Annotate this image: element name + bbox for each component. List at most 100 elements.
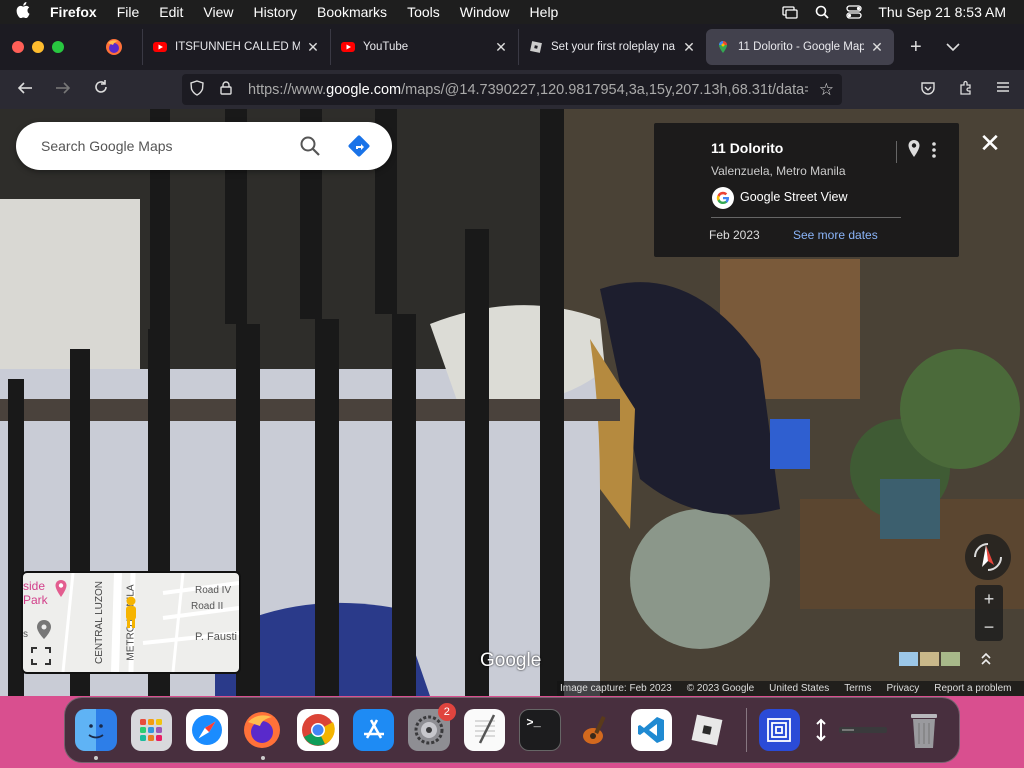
extensions-icon[interactable] — [958, 80, 974, 100]
zoom-in-button[interactable]: + — [975, 585, 1003, 613]
search-input[interactable] — [41, 138, 291, 154]
tab-google-maps[interactable]: 11 Dolorito - Google Map ✕ — [706, 29, 894, 65]
info-divider — [711, 217, 901, 218]
terminal-icon[interactable]: >_ — [519, 709, 562, 751]
place-title: 11 Dolorito — [711, 140, 784, 156]
info-vertical-divider — [896, 141, 897, 163]
location-pin-icon[interactable] — [906, 139, 922, 159]
menu-edit[interactable]: Edit — [159, 4, 183, 20]
list-all-tabs-icon[interactable] — [946, 39, 960, 55]
minimize-window-button[interactable] — [32, 41, 44, 53]
place-region: Valenzuela, Metro Manila — [711, 164, 846, 178]
zoom-out-button[interactable]: − — [975, 613, 1003, 641]
new-tab-button[interactable]: + — [910, 36, 922, 59]
firefox-view-icon[interactable] — [104, 37, 124, 57]
photo-thumbnails[interactable] — [899, 652, 960, 666]
directions-icon[interactable] — [347, 134, 371, 158]
close-tab-icon[interactable]: ✕ — [870, 39, 884, 56]
url-domain: google.com — [326, 81, 402, 98]
textedit-icon[interactable] — [463, 709, 506, 751]
tab-title: 11 Dolorito - Google Map — [738, 41, 864, 53]
capture-date: Feb 2023 — [709, 228, 760, 242]
close-window-button[interactable] — [12, 41, 24, 53]
report-problem-link[interactable]: Report a problem — [934, 683, 1011, 694]
control-center-icon[interactable] — [846, 5, 863, 19]
garageband-icon[interactable] — [575, 709, 617, 751]
youtube-icon — [341, 40, 355, 54]
url-bar[interactable]: https://www.google.com/maps/@14.7390227,… — [182, 74, 842, 105]
hamburger-menu-icon[interactable] — [996, 80, 1010, 100]
close-tab-icon[interactable]: ✕ — [306, 39, 320, 56]
apple-icon[interactable] — [16, 2, 38, 22]
tab-bar: ITSFUNNEH CALLED ME ✕ YouTube ✕ Set your… — [0, 24, 1024, 70]
navigation-bar: https://www.google.com/maps/@14.7390227,… — [0, 70, 1024, 109]
menu-help[interactable]: Help — [530, 4, 559, 20]
minimized-window-icon[interactable] — [836, 709, 889, 751]
tab-youtube[interactable]: YouTube ✕ — [330, 29, 518, 65]
reload-icon[interactable] — [92, 79, 110, 100]
see-more-dates-link[interactable]: See more dates — [793, 228, 878, 242]
pocket-icon[interactable] — [920, 80, 936, 100]
close-tab-icon[interactable]: ✕ — [682, 39, 696, 56]
fullscreen-map-icon[interactable] — [31, 647, 51, 670]
url-prefix: https://www. — [248, 81, 327, 98]
expand-thumbnails-icon[interactable] — [980, 652, 992, 669]
search-icon[interactable] — [299, 135, 321, 157]
tab-title: ITSFUNNEH CALLED ME — [175, 41, 300, 53]
screen-mirroring-icon[interactable] — [782, 5, 799, 19]
tab-itsfunneh[interactable]: ITSFUNNEH CALLED ME ✕ — [142, 29, 330, 65]
system-settings-icon[interactable]: 2 — [408, 703, 456, 751]
close-tab-icon[interactable]: ✕ — [494, 39, 508, 56]
thumbnail-sky[interactable] — [899, 652, 918, 666]
forward-icon[interactable] — [54, 79, 72, 100]
terms-link[interactable]: Terms — [844, 683, 871, 694]
region-link[interactable]: United States — [769, 683, 829, 694]
bookmark-star-icon[interactable]: ☆ — [819, 80, 834, 100]
menu-window[interactable]: Window — [460, 4, 510, 20]
youtube-icon — [153, 40, 167, 54]
menu-bookmarks[interactable]: Bookmarks — [317, 4, 387, 20]
menu-history[interactable]: History — [253, 4, 297, 20]
tracking-protection-shield-icon[interactable] — [190, 79, 206, 100]
privacy-link[interactable]: Privacy — [886, 683, 919, 694]
menu-app-firefox[interactable]: Firefox — [50, 4, 97, 20]
menubar-clock[interactable]: Thu Sep 21 8:53 AM — [878, 4, 1006, 20]
resize-arrow-icon[interactable] — [814, 709, 828, 751]
vscode-icon[interactable] — [630, 709, 673, 751]
roblox-icon — [529, 40, 543, 54]
mini-map-label: side — [23, 579, 46, 593]
app-store-icon[interactable] — [352, 709, 395, 751]
firefox-icon[interactable] — [242, 709, 284, 760]
window-controls — [12, 41, 64, 53]
tab-roblox[interactable]: Set your first roleplay na ✕ — [518, 29, 706, 65]
pegman-icon[interactable] — [122, 595, 140, 634]
trash-icon[interactable] — [903, 709, 945, 751]
finder-icon[interactable] — [75, 709, 117, 760]
zoom-window-button[interactable] — [52, 41, 64, 53]
thumbnail-plants[interactable] — [941, 652, 960, 666]
google-maps-icon — [716, 40, 730, 54]
back-icon[interactable] — [16, 79, 34, 100]
screen-share-app-icon[interactable] — [758, 709, 801, 751]
google-g-icon — [712, 187, 734, 209]
mini-map[interactable]: side Park Road IV Road II P. Fausti CENT… — [21, 571, 241, 674]
menu-tools[interactable]: Tools — [407, 4, 440, 20]
launchpad-icon[interactable] — [130, 709, 173, 751]
lock-icon[interactable] — [220, 80, 234, 99]
menu-view[interactable]: View — [203, 4, 233, 20]
url-text[interactable]: https://www.google.com/maps/@14.7390227,… — [248, 82, 808, 98]
thumbnail-ground[interactable] — [920, 652, 939, 666]
mini-map-label: s — [23, 629, 28, 640]
spotlight-search-icon[interactable] — [814, 5, 830, 19]
safari-icon[interactable] — [186, 709, 228, 751]
search-box[interactable] — [16, 122, 392, 170]
street-view-source: Google Street View — [740, 190, 848, 204]
compass-icon[interactable] — [965, 534, 1011, 580]
more-options-icon[interactable] — [930, 141, 938, 159]
location-icon — [35, 619, 53, 646]
street-view-panorama[interactable]: 11 Dolorito Valenzuela, Metro Manila Goo… — [0, 109, 1024, 696]
roblox-icon[interactable] — [686, 709, 728, 751]
chrome-icon[interactable] — [297, 709, 339, 751]
menu-file[interactable]: File — [117, 4, 140, 20]
close-street-view-icon[interactable]: ✕ — [978, 130, 1002, 156]
